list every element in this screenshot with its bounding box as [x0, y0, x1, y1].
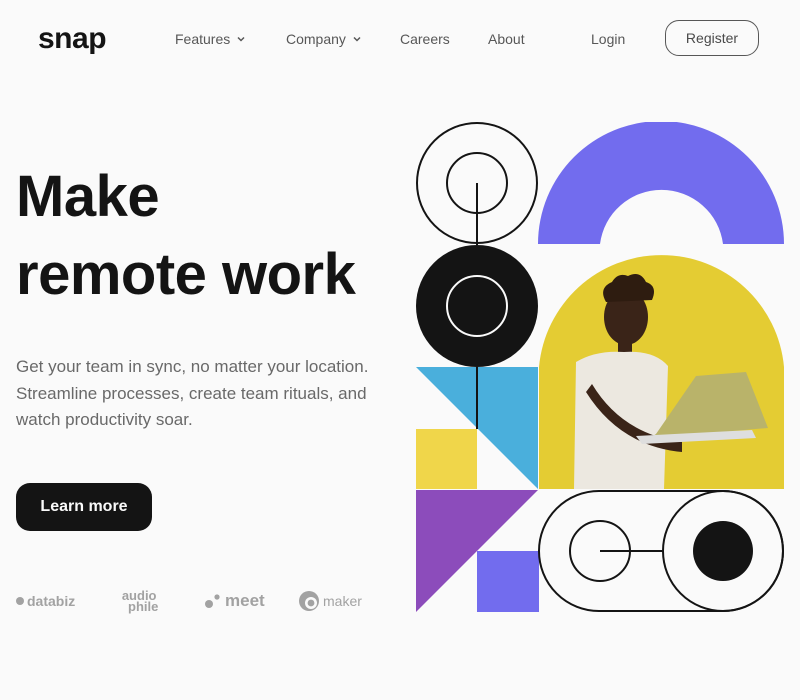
client-logos: databiz audio phile meet maker	[16, 586, 386, 616]
nav-careers[interactable]: Careers	[400, 31, 450, 47]
audiophile-bottom: phile	[128, 599, 159, 614]
maker-name: maker	[323, 593, 362, 609]
maker-logo: maker	[298, 586, 362, 616]
black-circle-shape	[416, 245, 538, 367]
login-link[interactable]: Login	[591, 31, 625, 47]
hero-title-line-1: Make	[16, 164, 160, 229]
meet-dots-icon	[205, 594, 220, 608]
chevron-down-icon	[237, 36, 245, 42]
audiophile-logo: audio phile	[120, 586, 159, 616]
pill-black-dot-shape	[693, 521, 753, 581]
purple-arch-shape	[538, 122, 784, 244]
databiz-logo: databiz	[16, 586, 75, 616]
hero-illustration	[416, 122, 784, 612]
register-button[interactable]: Register	[665, 20, 759, 56]
meet-logo: meet	[204, 586, 265, 616]
nav-features-label: Features	[175, 31, 231, 47]
nav-company-label: Company	[286, 31, 346, 47]
nav-about[interactable]: About	[488, 31, 525, 47]
databiz-dot-icon	[16, 597, 24, 605]
nav-company[interactable]: Company	[286, 31, 362, 47]
learn-more-button[interactable]: Learn more	[16, 483, 152, 531]
purple-square-shape	[477, 551, 539, 612]
databiz-name: databiz	[27, 593, 76, 609]
chevron-down-icon	[353, 36, 361, 42]
yellow-square-shape	[416, 429, 477, 489]
hero-title-line-2: remote work	[16, 242, 356, 307]
nav-features[interactable]: Features	[175, 31, 246, 47]
hero-description: Get your team in sync, no matter your lo…	[16, 357, 369, 429]
maker-swirl-icon	[299, 591, 319, 611]
meet-name: meet	[225, 591, 265, 610]
hero-title: Make remote work	[16, 158, 356, 314]
